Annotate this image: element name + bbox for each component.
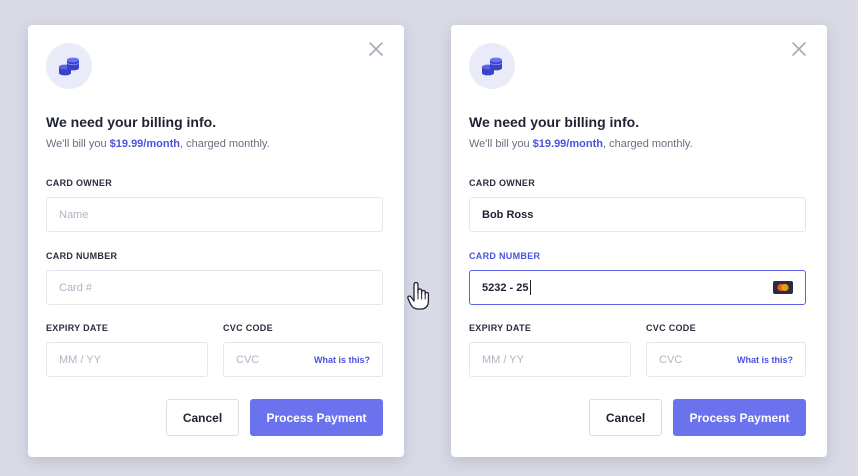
cvc-code-label: CVC CODE	[223, 323, 273, 333]
card-number-placeholder: Card #	[59, 281, 93, 294]
close-icon[interactable]	[789, 39, 809, 59]
cvc-placeholder: CVC	[659, 353, 683, 366]
coins-icon	[46, 43, 92, 89]
process-payment-button[interactable]: Process Payment	[673, 399, 806, 436]
subtitle-suffix: , charged monthly.	[602, 138, 693, 150]
cvc-code-label: CVC CODE	[646, 323, 696, 333]
card-number-input[interactable]: 5232 - 25	[469, 270, 806, 305]
expiry-placeholder: MM / YY	[482, 353, 524, 366]
card-owner-input[interactable]: Bob Ross	[469, 197, 806, 232]
billing-price: $19.99/month	[109, 138, 180, 150]
billing-card-empty: We need your billing info. We'll bill yo…	[28, 25, 404, 457]
billing-card-filled: We need your billing info. We'll bill yo…	[451, 25, 827, 457]
coins-icon	[469, 43, 515, 89]
subtitle-suffix: , charged monthly.	[179, 138, 270, 150]
card-owner-label: CARD OWNER	[46, 178, 112, 188]
expiry-date-input[interactable]: MM / YY	[46, 342, 208, 377]
card-number-label: CARD NUMBER	[46, 251, 118, 261]
billing-subtitle: We'll bill you $19.99/month, charged mon…	[46, 138, 270, 150]
cvc-input[interactable]: CVC What is this?	[646, 342, 806, 377]
process-payment-button[interactable]: Process Payment	[250, 399, 383, 436]
subtitle-prefix: We'll bill you	[469, 138, 533, 150]
close-icon[interactable]	[366, 39, 386, 59]
expiry-placeholder: MM / YY	[59, 353, 101, 366]
card-owner-label: CARD OWNER	[469, 178, 535, 188]
card-owner-placeholder: Name	[59, 208, 89, 221]
hand-pointer-icon	[406, 281, 430, 311]
billing-price: $19.99/month	[532, 138, 603, 150]
cvc-input[interactable]: CVC What is this?	[223, 342, 383, 377]
billing-subtitle: We'll bill you $19.99/month, charged mon…	[469, 138, 693, 150]
subtitle-prefix: We'll bill you	[46, 138, 110, 150]
card-number-value: 5232 - 25	[482, 281, 529, 294]
cvc-help-link[interactable]: What is this?	[314, 355, 370, 365]
card-owner-value: Bob Ross	[482, 208, 534, 221]
card-owner-input[interactable]: Name	[46, 197, 383, 232]
expiry-date-label: EXPIRY DATE	[46, 323, 109, 333]
mastercard-icon	[773, 281, 793, 294]
cancel-button[interactable]: Cancel	[166, 399, 239, 436]
cancel-button[interactable]: Cancel	[589, 399, 662, 436]
card-number-label: CARD NUMBER	[469, 251, 541, 261]
cvc-placeholder: CVC	[236, 353, 260, 366]
card-number-input[interactable]: Card #	[46, 270, 383, 305]
text-caret	[530, 280, 532, 295]
cvc-help-link[interactable]: What is this?	[737, 355, 793, 365]
expiry-date-label: EXPIRY DATE	[469, 323, 532, 333]
billing-title: We need your billing info.	[46, 114, 217, 130]
expiry-date-input[interactable]: MM / YY	[469, 342, 631, 377]
billing-title: We need your billing info.	[469, 114, 640, 130]
